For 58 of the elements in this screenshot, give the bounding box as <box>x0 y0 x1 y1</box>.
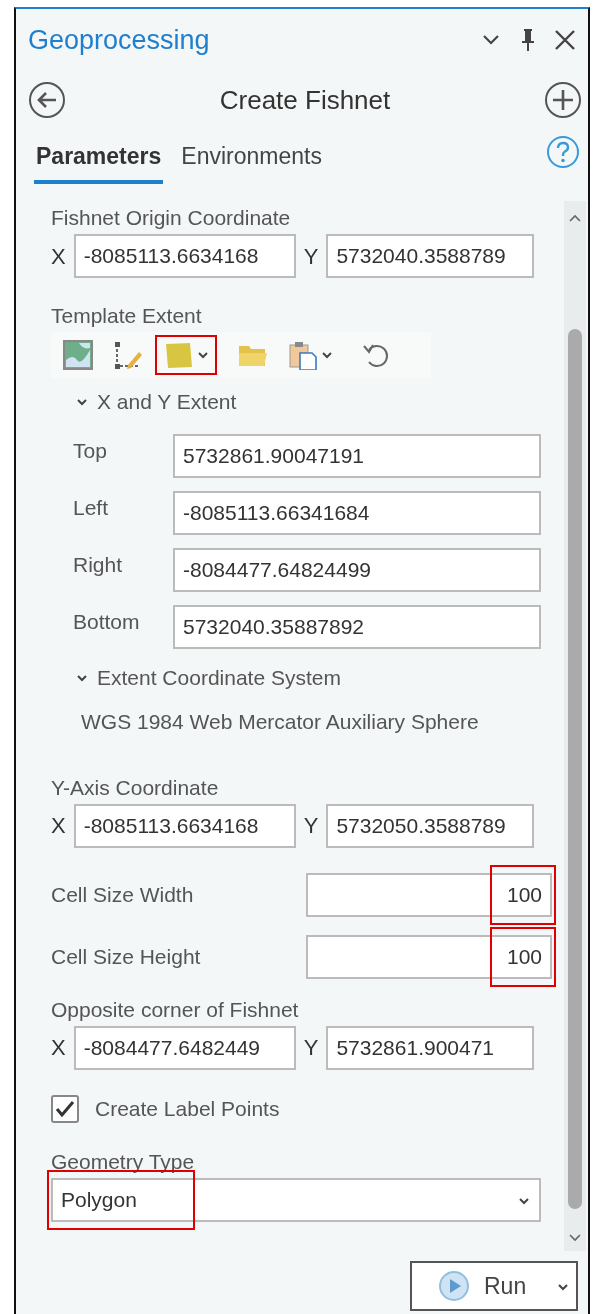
caret-icon <box>197 350 209 361</box>
input-field[interactable]: 5732040.35887892 <box>173 604 541 649</box>
section-title: X and Y Extent <box>97 389 237 416</box>
coordinate-label: Y <box>303 812 319 841</box>
input-field[interactable]: 100 <box>306 934 552 979</box>
parameter-label: Opposite corner of Fishnet <box>51 996 300 1022</box>
draw-extent-icon <box>113 340 143 371</box>
parameter-label: Template Extent <box>51 303 203 329</box>
input-field[interactable]: -8085113.6634168 <box>73 234 296 279</box>
input-field[interactable]: 5732050.3588789 <box>326 803 535 848</box>
field-label: Bottom <box>73 608 141 635</box>
parameter-label: Fishnet Origin Coordinate <box>51 205 292 231</box>
input-field[interactable]: -8084477.6482449 <box>73 1025 296 1070</box>
help-icon[interactable] <box>546 135 580 169</box>
coordinate-label: Y <box>303 1034 319 1063</box>
caret-icon <box>517 1195 531 1206</box>
back-icon[interactable] <box>28 81 66 119</box>
scroll-down-icon[interactable] <box>568 1233 582 1243</box>
input-field[interactable]: -8084477.64824499 <box>173 547 541 592</box>
parameter-label: Cell Size Width <box>51 882 194 908</box>
field-label: Right <box>73 551 124 578</box>
input-field[interactable]: 100 <box>306 872 552 917</box>
run-button[interactable]: Run <box>410 1261 578 1311</box>
input-field[interactable]: 5732861.90047191 <box>173 433 541 478</box>
pin-icon[interactable] <box>520 28 536 52</box>
tool-title: Create Fishnet <box>218 83 392 117</box>
clipboard-icon <box>287 340 317 371</box>
input-field[interactable]: 5732861.900471 <box>326 1025 535 1070</box>
coordinate-label: X <box>51 1034 66 1063</box>
play-icon <box>438 1270 470 1302</box>
coordinate-label: X <box>51 242 66 271</box>
parameter-label: Geometry Type <box>51 1148 196 1175</box>
panel-title: Geoprocessing <box>28 23 210 57</box>
caret-icon <box>556 1281 570 1291</box>
field-label: Left <box>73 494 110 521</box>
close-icon[interactable] <box>554 29 576 51</box>
checkbox-label: Create Label Points <box>95 1096 280 1122</box>
checkbox[interactable] <box>51 1094 79 1123</box>
input-field[interactable]: -8085113.66341684 <box>173 490 541 535</box>
field-label: Top <box>73 437 108 464</box>
section-title: Extent Coordinate System <box>97 664 341 691</box>
scroll-up-icon[interactable] <box>568 213 582 223</box>
caret-icon <box>321 350 333 361</box>
input-field[interactable]: -8085113.6634168 <box>73 803 296 848</box>
coordinate-system-text: WGS 1984 Web Mercator Auxiliary Sphere <box>80 709 480 735</box>
parameter-label: Cell Size Height <box>51 944 201 970</box>
tab[interactable]: Parameters <box>34 135 164 184</box>
coordinate-label: Y <box>303 242 319 271</box>
tab[interactable]: Environments <box>179 135 324 184</box>
tool-button[interactable] <box>157 337 215 374</box>
add-icon[interactable] <box>544 81 582 119</box>
input-field[interactable]: 5732040.3588789 <box>326 234 535 279</box>
chevron-down-icon[interactable] <box>482 34 500 46</box>
dropdown-field[interactable]: Polygon <box>51 1178 541 1223</box>
coordinate-label: X <box>51 812 66 841</box>
map-icon <box>63 340 93 371</box>
polygon-icon <box>163 340 193 371</box>
parameter-label: Y-Axis Coordinate <box>51 774 220 800</box>
